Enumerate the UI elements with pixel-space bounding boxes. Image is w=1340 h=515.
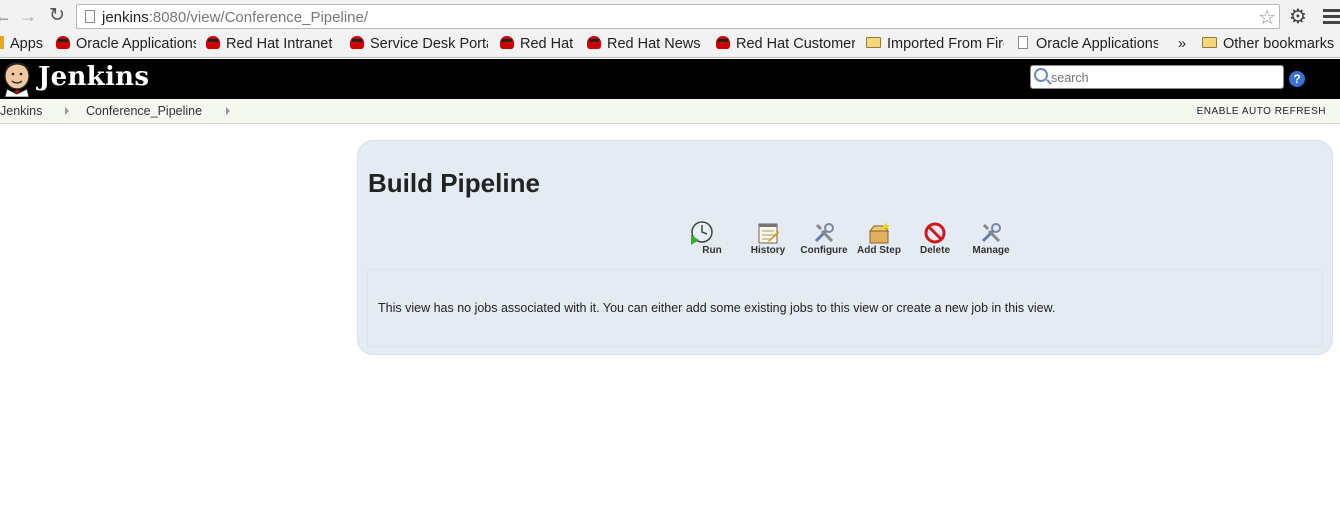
- redhat-icon: [56, 36, 70, 49]
- bookmark-oracle-applications[interactable]: Oracle Applications: [56, 36, 196, 52]
- add-step-icon: [868, 222, 890, 244]
- history-icon: [758, 223, 779, 244]
- folder-icon: [866, 37, 881, 48]
- breadcrumb-separator-icon[interactable]: [226, 107, 230, 115]
- redhat-icon: [350, 36, 364, 49]
- breadcrumb-separator-icon[interactable]: [65, 107, 69, 115]
- delete-label: Delete: [919, 245, 950, 256]
- back-icon[interactable]: ←: [0, 5, 14, 27]
- jenkins-header: Jenkins ?: [0, 59, 1340, 99]
- search-icon: [1034, 68, 1048, 82]
- breadcrumb: Jenkins Conference_Pipeline ENABLE AUTO …: [0, 99, 1340, 124]
- configure-icon: [814, 223, 834, 243]
- address-url: jenkins:8080/view/Conference_Pipeline/: [102, 9, 369, 26]
- redhat-icon: [716, 36, 730, 49]
- bookmark-apps[interactable]: Apps: [0, 36, 48, 52]
- redhat-icon: [587, 36, 601, 49]
- page-icon: [85, 10, 95, 23]
- run-label: Run: [702, 245, 722, 256]
- redhat-icon: [206, 36, 220, 49]
- manage-label: Manage: [972, 245, 1010, 256]
- bookmark-red-hat-customer[interactable]: Red Hat Customer: [716, 36, 855, 52]
- empty-view-message-box: This view has no jobs associated with it…: [367, 269, 1323, 347]
- help-icon[interactable]: ?: [1289, 71, 1305, 87]
- breadcrumb-jenkins[interactable]: Jenkins: [0, 104, 42, 118]
- bookmarks-overflow-button[interactable]: »: [1178, 36, 1192, 52]
- address-bar[interactable]: jenkins:8080/view/Conference_Pipeline/ ☆: [76, 4, 1280, 29]
- jenkins-logo-text[interactable]: Jenkins: [38, 62, 149, 92]
- configure-label: Configure: [800, 245, 848, 256]
- bookmark-other-bookmarks[interactable]: Other bookmarks: [1202, 36, 1340, 52]
- build-pipeline-panel: Build Pipeline Run History Configure Add…: [357, 140, 1333, 355]
- bookmark-red-hat-news[interactable]: Red Hat News: [587, 36, 707, 52]
- add-step-button[interactable]: Add Step: [854, 219, 904, 259]
- jenkins-butler-logo-icon[interactable]: [1, 61, 34, 97]
- history-label: History: [750, 245, 786, 256]
- bookmarks-bar: Apps Oracle Applications Red Hat Intrane…: [0, 33, 1340, 58]
- breadcrumb-conference-pipeline[interactable]: Conference_Pipeline: [86, 104, 202, 118]
- empty-view-message: This view has no jobs associated with it…: [378, 301, 1056, 315]
- apps-icon: [0, 36, 4, 49]
- redhat-icon: [500, 36, 514, 49]
- gear-icon[interactable]: ⚙: [1289, 4, 1307, 29]
- folder-icon: [1202, 37, 1217, 48]
- bookmark-imported-from-firefox[interactable]: Imported From Firefox: [866, 36, 1004, 52]
- add-step-label: Add Step: [857, 245, 901, 256]
- bookmark-oracle-applications-2[interactable]: Oracle Applications: [1018, 36, 1158, 52]
- manage-button[interactable]: Manage: [966, 219, 1016, 259]
- configure-button[interactable]: Configure: [799, 219, 849, 259]
- search-box[interactable]: [1030, 65, 1284, 89]
- forward-icon[interactable]: →: [17, 5, 39, 27]
- delete-button[interactable]: Delete: [910, 219, 960, 259]
- page-title: Build Pipeline: [368, 168, 540, 198]
- manage-icon: [981, 223, 1001, 243]
- enable-auto-refresh-link[interactable]: ENABLE AUTO REFRESH: [1197, 106, 1326, 117]
- bookmark-red-hat-intranet[interactable]: Red Hat Intranet: [206, 36, 340, 52]
- reload-icon[interactable]: ↻: [46, 5, 68, 27]
- browser-toolbar: ← → ↻ jenkins:8080/view/Conference_Pipel…: [0, 0, 1340, 33]
- bookmark-star-icon[interactable]: ☆: [1258, 5, 1276, 30]
- search-input[interactable]: [1051, 69, 1279, 86]
- bookmark-red-hat[interactable]: Red Hat: [500, 36, 578, 52]
- menu-icon[interactable]: [1323, 9, 1340, 27]
- run-button[interactable]: Run: [676, 219, 726, 259]
- run-icon: [691, 221, 713, 245]
- delete-icon: [924, 222, 946, 244]
- history-button[interactable]: History: [743, 219, 793, 259]
- page-icon: [1018, 36, 1028, 49]
- bookmark-service-desk-portal[interactable]: Service Desk Portal: [350, 36, 488, 52]
